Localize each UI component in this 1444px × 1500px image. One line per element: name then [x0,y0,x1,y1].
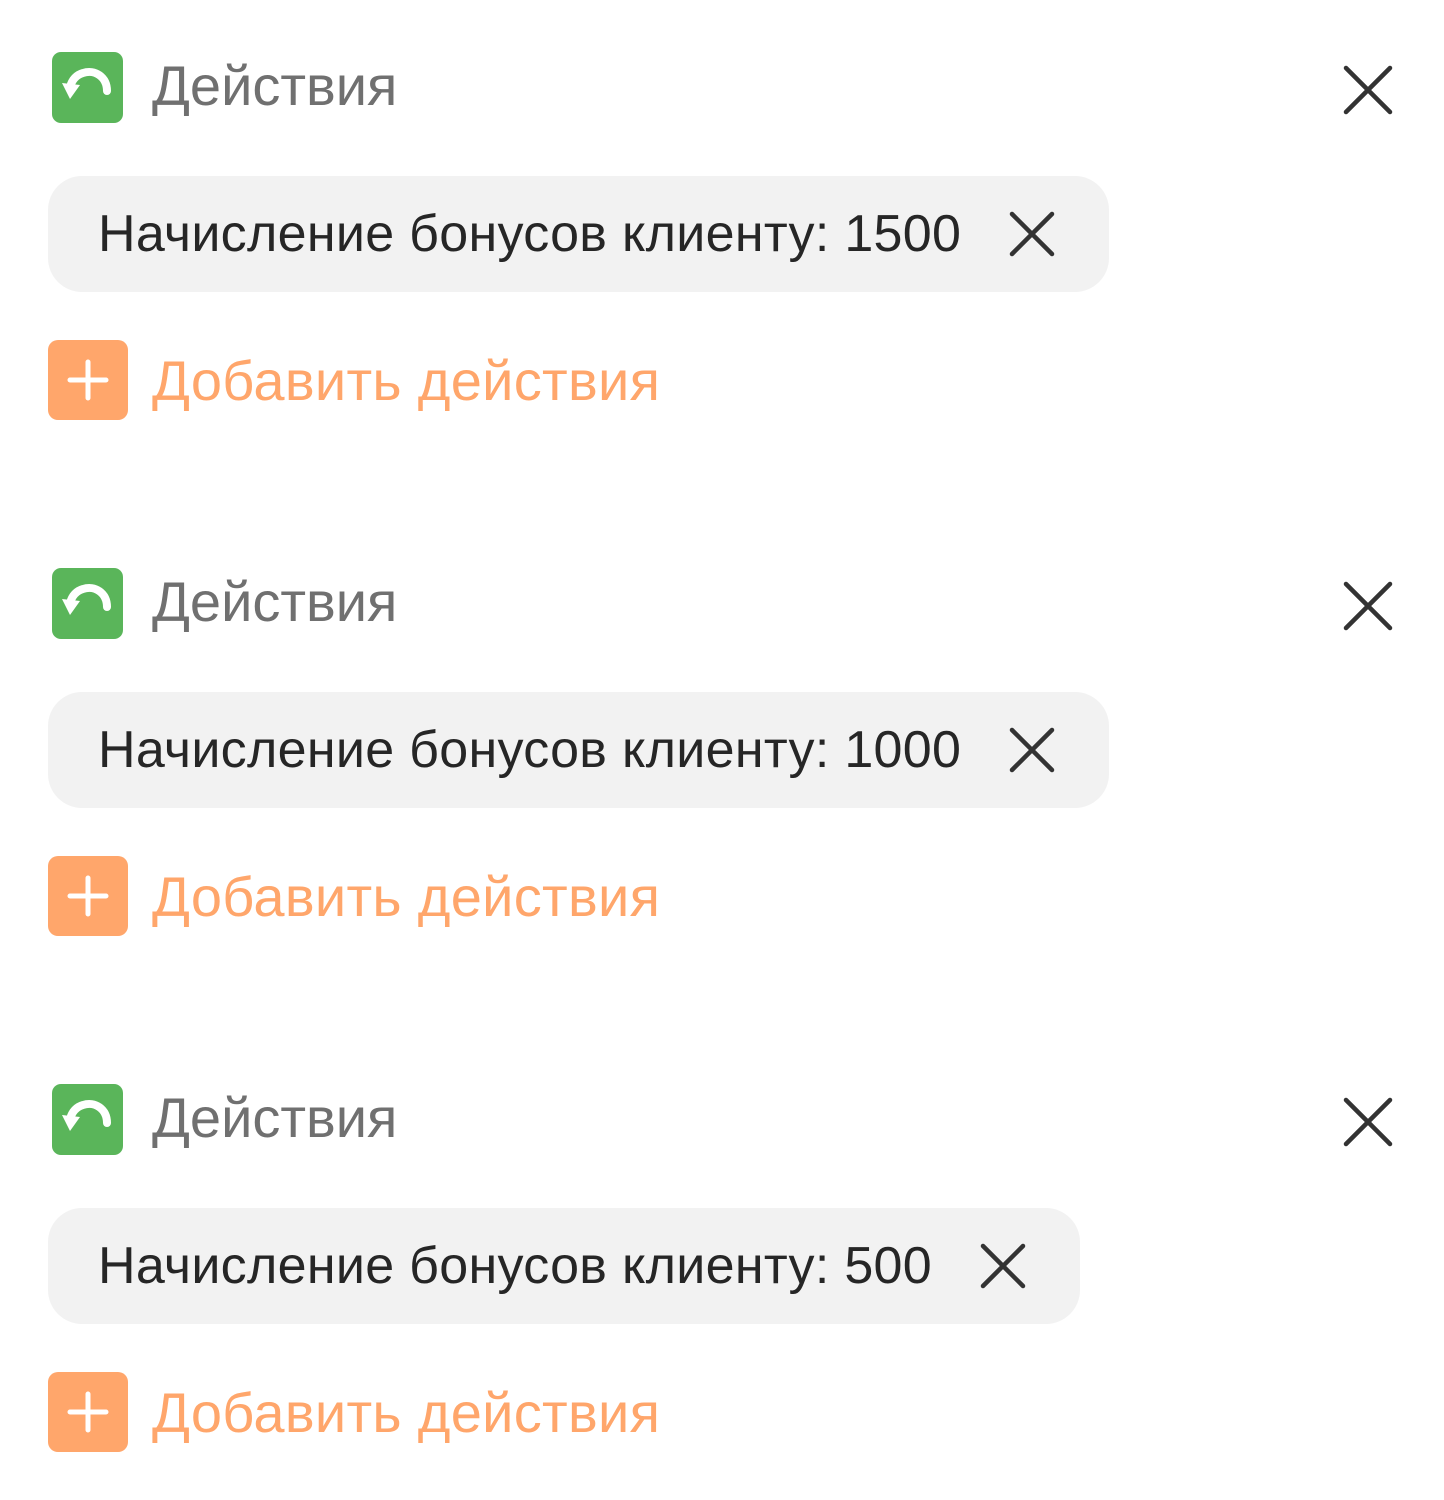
add-action-button[interactable]: Добавить действия [48,1372,660,1452]
actions-block: Действия Начисление бонусов клиенту: 150… [0,0,1444,420]
close-icon [1343,581,1393,631]
actions-block: Действия Начисление бонусов клиенту: 500… [0,1032,1444,1452]
close-icon [1343,65,1393,115]
block-title: Действия [152,54,398,117]
actions-block: Действия Начисление бонусов клиенту: 100… [0,516,1444,936]
plus-icon [48,856,128,936]
add-action-label: Добавить действия [152,864,661,928]
close-block-button[interactable] [1333,571,1403,641]
close-icon [1009,211,1055,257]
add-action-label: Добавить действия [152,1380,661,1444]
close-block-button[interactable] [1333,55,1403,125]
block-title: Действия [152,570,398,633]
plus-icon [48,1372,128,1452]
plus-icon [48,340,128,420]
remove-action-button[interactable] [972,1235,1034,1297]
remove-action-button[interactable] [1001,203,1063,265]
add-action-button[interactable]: Добавить действия [48,340,660,420]
close-icon [980,1243,1026,1289]
action-chip: Начисление бонусов клиенту: 1500 [48,176,1110,292]
remove-action-button[interactable] [1001,719,1063,781]
close-block-button[interactable] [1333,1087,1403,1157]
close-icon [1009,727,1055,773]
action-chip-label: Начисление бонусов клиенту: 1000 [98,721,962,779]
undo-arrow-icon [52,568,123,639]
close-icon [1343,1097,1393,1147]
undo-arrow-icon [52,1084,123,1155]
action-chip-label: Начисление бонусов клиенту: 1500 [98,205,962,263]
undo-arrow-icon [52,52,123,123]
action-chip: Начисление бонусов клиенту: 1000 [48,692,1110,808]
action-chip: Начисление бонусов клиенту: 500 [48,1208,1080,1324]
action-chip-label: Начисление бонусов клиенту: 500 [98,1237,932,1295]
add-action-button[interactable]: Добавить действия [48,856,660,936]
add-action-label: Добавить действия [152,348,661,412]
block-title: Действия [152,1086,398,1149]
